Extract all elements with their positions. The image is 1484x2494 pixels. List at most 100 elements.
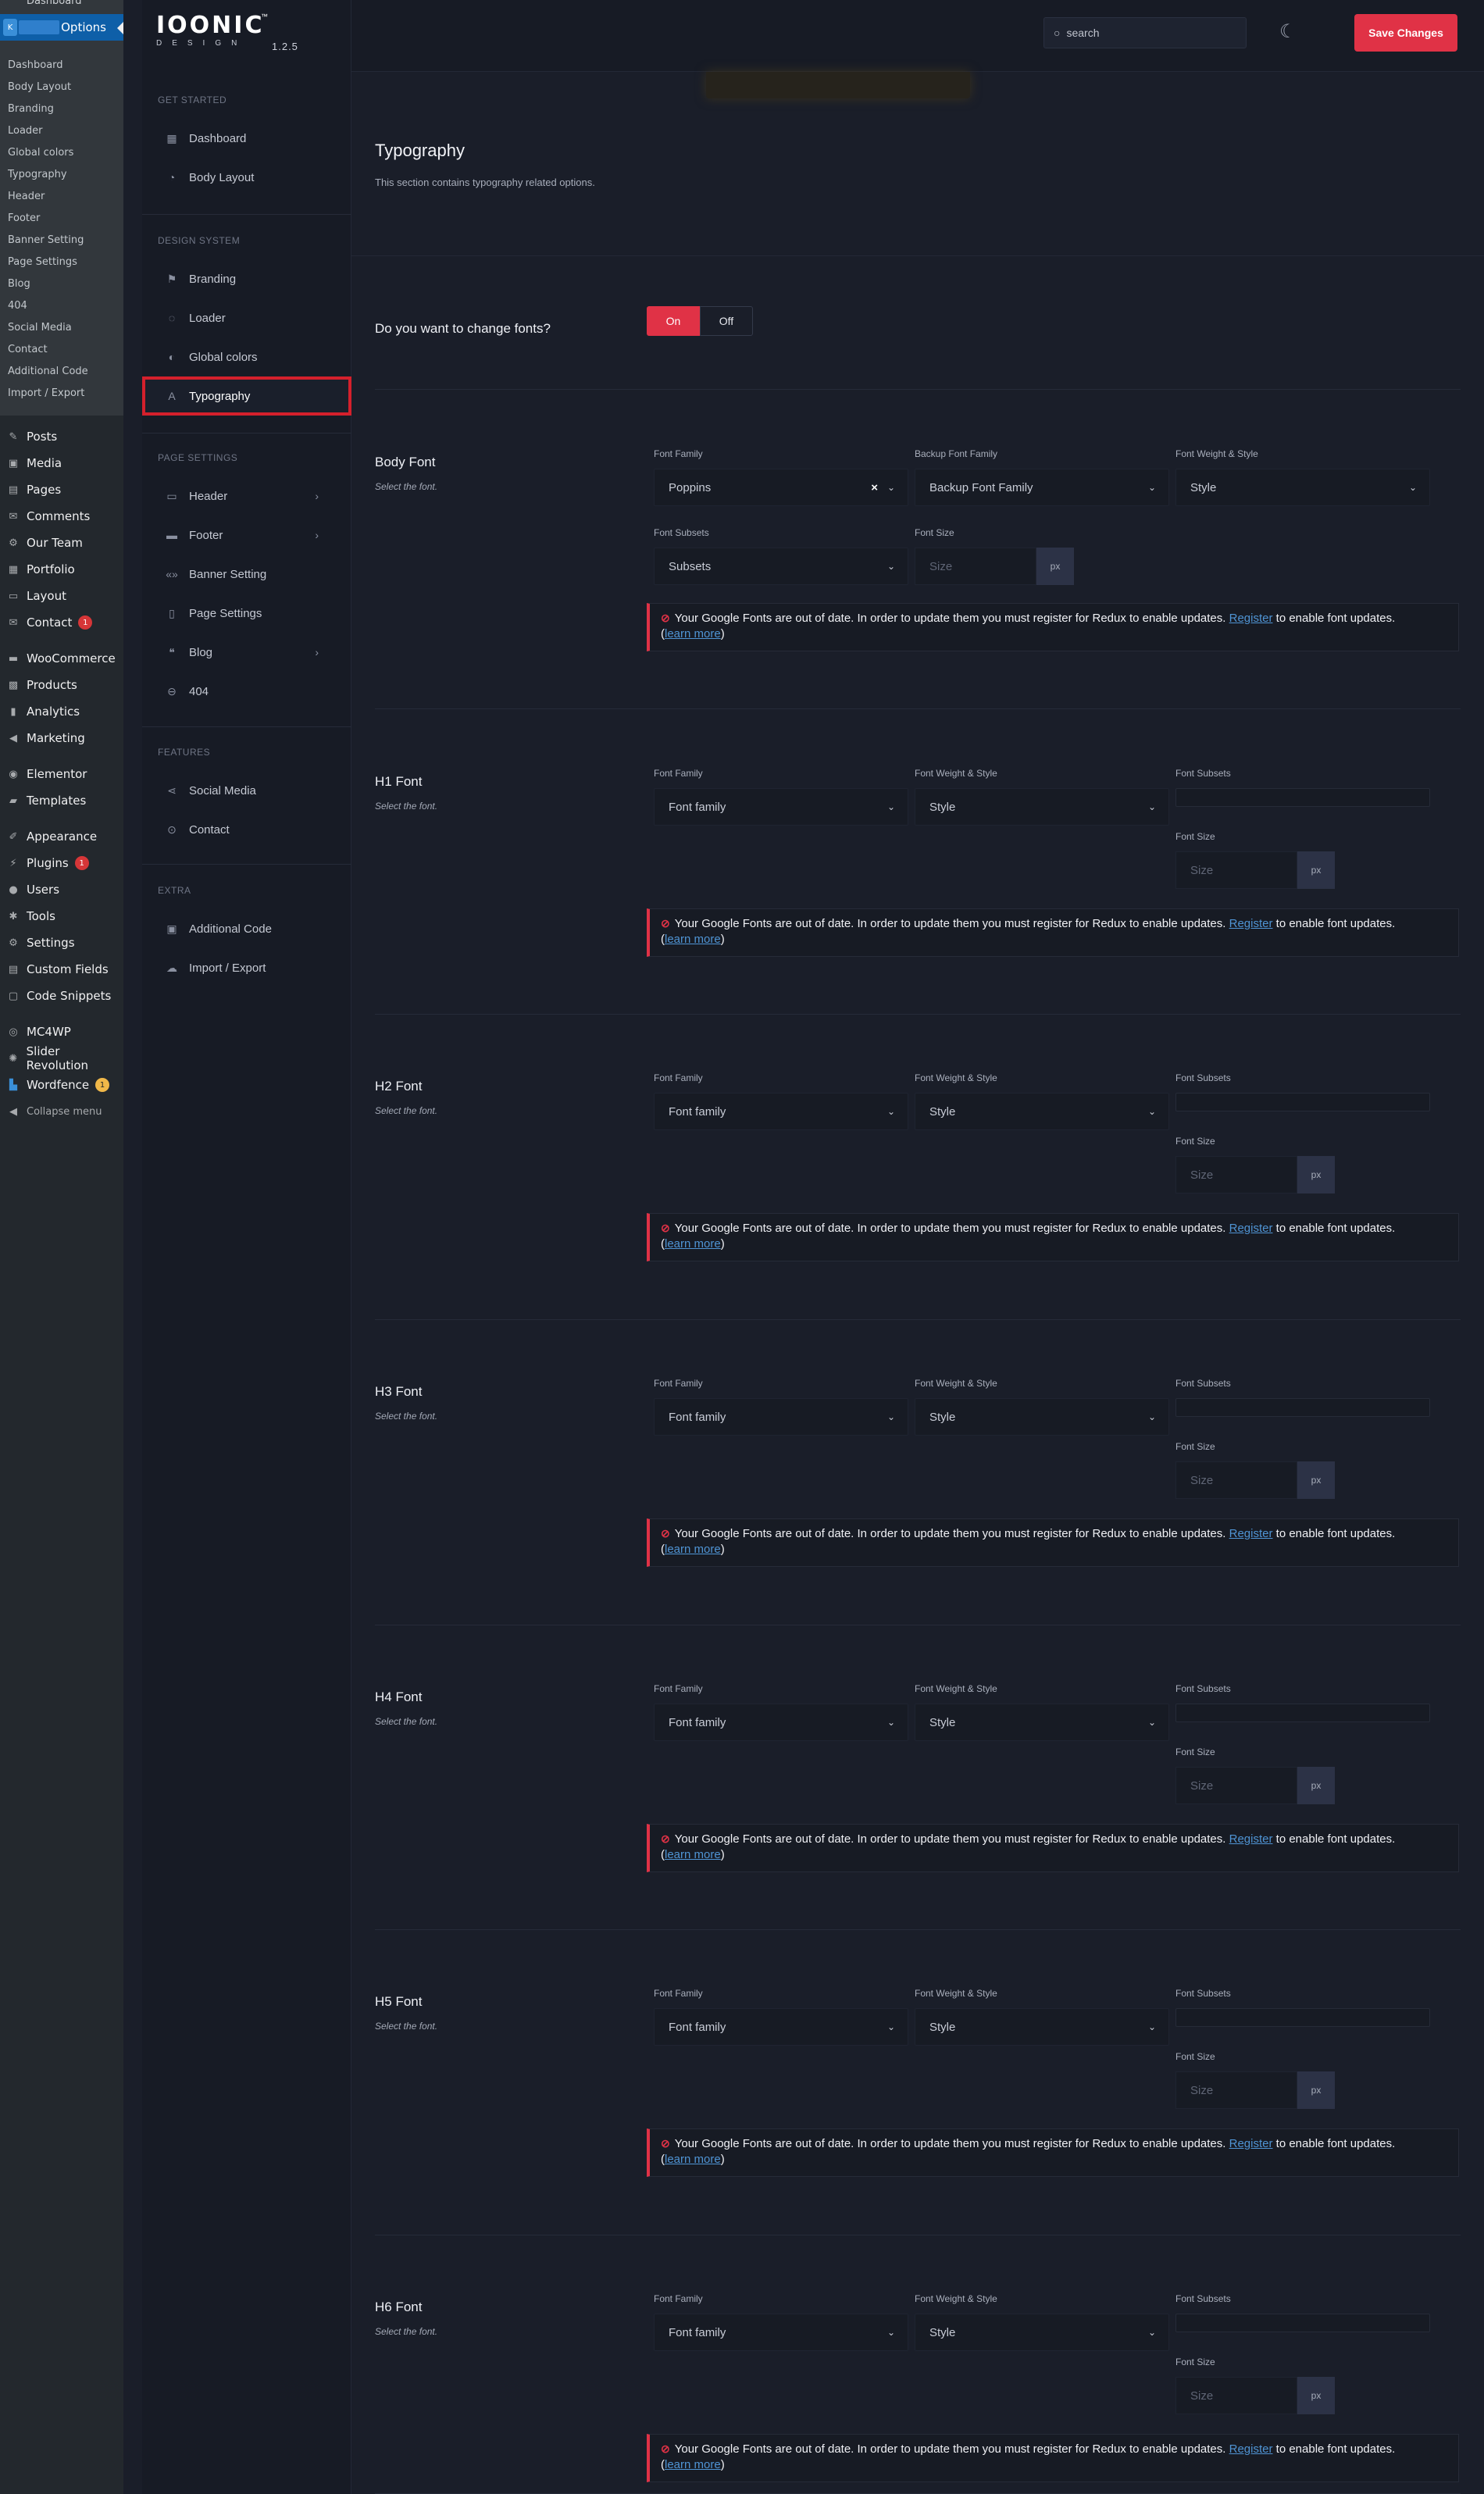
- nav-item-branding[interactable]: ⚑ Branding: [142, 259, 351, 298]
- menu-portfolio[interactable]: ▦ Portfolio: [0, 556, 123, 583]
- menu-products[interactable]: ▩ Products: [0, 672, 123, 698]
- nav-item-contact[interactable]: ⊙ Contact: [142, 810, 351, 849]
- dark-mode-moon-icon[interactable]: ☾: [1279, 20, 1297, 43]
- nav-item-loader[interactable]: ◌ Loader: [142, 298, 351, 337]
- h1-font-weight-select[interactable]: Style ⌄: [915, 788, 1169, 826]
- menu-marketing[interactable]: ◀ Marketing: [0, 725, 123, 751]
- submenu-404[interactable]: 404: [0, 295, 123, 317]
- body-font-subsets-select[interactable]: Subsets ⌄: [654, 548, 908, 585]
- submenu-page-settings[interactable]: Page Settings: [0, 252, 123, 273]
- register-link[interactable]: Register: [1229, 1527, 1273, 1540]
- menu-slider-revolution[interactable]: ✺ Slider Revolution: [0, 1044, 123, 1072]
- nav-item-404[interactable]: ⊖ 404: [142, 672, 351, 711]
- register-link[interactable]: Register: [1229, 2442, 1273, 2456]
- h6-font-size-input[interactable]: Size px: [1175, 2377, 1335, 2414]
- nav-item-import-export[interactable]: ☁ Import / Export: [142, 948, 351, 987]
- h5-font-subsets-input[interactable]: [1175, 2008, 1430, 2027]
- menu-posts[interactable]: ✎ Posts: [0, 423, 123, 450]
- submenu-branding[interactable]: Branding: [0, 98, 123, 120]
- h4-font-subsets-input[interactable]: [1175, 1704, 1430, 1722]
- nav-item-dashboard[interactable]: ▦ Dashboard: [142, 119, 351, 158]
- menu-collapse[interactable]: ◀ Collapse menu: [0, 1098, 123, 1125]
- clear-icon[interactable]: ×: [871, 481, 878, 494]
- h1-font-size-input[interactable]: Size px: [1175, 851, 1335, 889]
- menu-code-snippets[interactable]: ▢ Code Snippets: [0, 983, 123, 1009]
- menu-contact[interactable]: ✉ Contact 1: [0, 609, 123, 636]
- learn-more-link[interactable]: learn more: [665, 2153, 721, 2166]
- search-input[interactable]: ○ search: [1043, 17, 1247, 48]
- h3-font-size-input[interactable]: Size px: [1175, 1461, 1335, 1499]
- menu-wordfence[interactable]: ▙ Wordfence 1: [0, 1072, 123, 1098]
- menu-users[interactable]: ● Users: [0, 876, 123, 903]
- submenu-additional-code[interactable]: Additional Code: [0, 361, 123, 383]
- menu-custom-fields[interactable]: ▤ Custom Fields: [0, 956, 123, 983]
- nav-item-global-colors[interactable]: ◐ Global colors: [142, 337, 351, 376]
- submenu-blog[interactable]: Blog: [0, 273, 123, 295]
- nav-item-typography[interactable]: A Typography: [142, 376, 351, 416]
- learn-more-link[interactable]: learn more: [665, 1848, 721, 1861]
- menu-comments[interactable]: ✉ Comments: [0, 503, 123, 530]
- h2-font-size-input[interactable]: Size px: [1175, 1156, 1335, 1193]
- register-link[interactable]: Register: [1229, 917, 1273, 930]
- h2-font-subsets-input[interactable]: [1175, 1093, 1430, 1111]
- h2-font-family-select[interactable]: Font family ⌄: [654, 1093, 908, 1130]
- size-field[interactable]: Size: [1175, 1767, 1297, 1804]
- h2-font-weight-select[interactable]: Style ⌄: [915, 1093, 1169, 1130]
- submenu-header[interactable]: Header: [0, 186, 123, 208]
- menu-mc4wp[interactable]: ◎ MC4WP: [0, 1019, 123, 1045]
- nav-item-body-layout[interactable]: ◔ Body Layout: [142, 158, 351, 197]
- menu-our-team[interactable]: ⚙ Our Team: [0, 530, 123, 556]
- size-field[interactable]: Size: [1175, 2071, 1297, 2109]
- h4-font-family-select[interactable]: Font family ⌄: [654, 1704, 908, 1741]
- learn-more-link[interactable]: learn more: [665, 1543, 721, 1556]
- menu-item-options[interactable]: K Options: [0, 14, 123, 41]
- learn-more-link[interactable]: learn more: [665, 2458, 721, 2471]
- submenu-contact[interactable]: Contact: [0, 339, 123, 361]
- submenu-social-media[interactable]: Social Media: [0, 317, 123, 339]
- submenu-body-layout[interactable]: Body Layout: [0, 77, 123, 98]
- register-link[interactable]: Register: [1229, 612, 1273, 625]
- register-link[interactable]: Register: [1229, 2137, 1273, 2150]
- submenu-footer[interactable]: Footer: [0, 208, 123, 230]
- learn-more-link[interactable]: learn more: [665, 1237, 721, 1251]
- size-field[interactable]: Size: [1175, 2377, 1297, 2414]
- nav-item-banner-setting[interactable]: «» Banner Setting: [142, 555, 351, 594]
- h1-font-subsets-input[interactable]: [1175, 788, 1430, 807]
- learn-more-link[interactable]: learn more: [665, 933, 721, 946]
- h5-font-size-input[interactable]: Size px: [1175, 2071, 1335, 2109]
- register-link[interactable]: Register: [1229, 1222, 1273, 1235]
- menu-pages[interactable]: ▤ Pages: [0, 476, 123, 503]
- toggle-off-button[interactable]: Off: [700, 306, 753, 336]
- size-field[interactable]: Size: [915, 548, 1036, 585]
- menu-layout[interactable]: ▭ Layout: [0, 583, 123, 609]
- menu-media[interactable]: ▣ Media: [0, 450, 123, 476]
- menu-item-cut[interactable]: Dashboard: [27, 0, 82, 7]
- toggle-on-button[interactable]: On: [647, 306, 700, 336]
- menu-plugins[interactable]: ⚡ Plugins 1: [0, 850, 123, 876]
- body-font-family-select[interactable]: Poppins × ⌄: [654, 469, 908, 506]
- h6-font-family-select[interactable]: Font family ⌄: [654, 2314, 908, 2351]
- change-fonts-toggle[interactable]: On Off: [647, 306, 753, 336]
- menu-settings[interactable]: ⚙ Settings: [0, 929, 123, 956]
- nav-item-header[interactable]: ▭ Header ›: [142, 476, 351, 516]
- nav-item-social-media[interactable]: ⋖ Social Media: [142, 771, 351, 810]
- h4-font-size-input[interactable]: Size px: [1175, 1767, 1335, 1804]
- h5-font-family-select[interactable]: Font family ⌄: [654, 2008, 908, 2046]
- register-link[interactable]: Register: [1229, 1832, 1273, 1846]
- h6-font-subsets-input[interactable]: [1175, 2314, 1430, 2332]
- ioonic-logo[interactable]: IOONIC ™ DESIGN 1.2.5: [156, 12, 298, 52]
- nav-item-footer[interactable]: ▬ Footer ›: [142, 516, 351, 555]
- submenu-banner-setting[interactable]: Banner Setting: [0, 230, 123, 252]
- h3-font-family-select[interactable]: Font family ⌄: [654, 1398, 908, 1436]
- h1-font-family-select[interactable]: Font family ⌄: [654, 788, 908, 826]
- menu-appearance[interactable]: ✐ Appearance: [0, 823, 123, 850]
- size-field[interactable]: Size: [1175, 851, 1297, 889]
- submenu-import-export[interactable]: Import / Export: [0, 383, 123, 405]
- menu-analytics[interactable]: ▮ Analytics: [0, 698, 123, 725]
- body-font-weight-select[interactable]: Style ⌄: [1175, 469, 1430, 506]
- nav-item-page-settings[interactable]: ▯ Page Settings: [142, 594, 351, 633]
- submenu-dashboard[interactable]: Dashboard: [0, 55, 123, 77]
- nav-item-additional-code[interactable]: ▣ Additional Code: [142, 909, 351, 948]
- save-changes-button[interactable]: Save Changes: [1354, 14, 1457, 52]
- h5-font-weight-select[interactable]: Style ⌄: [915, 2008, 1169, 2046]
